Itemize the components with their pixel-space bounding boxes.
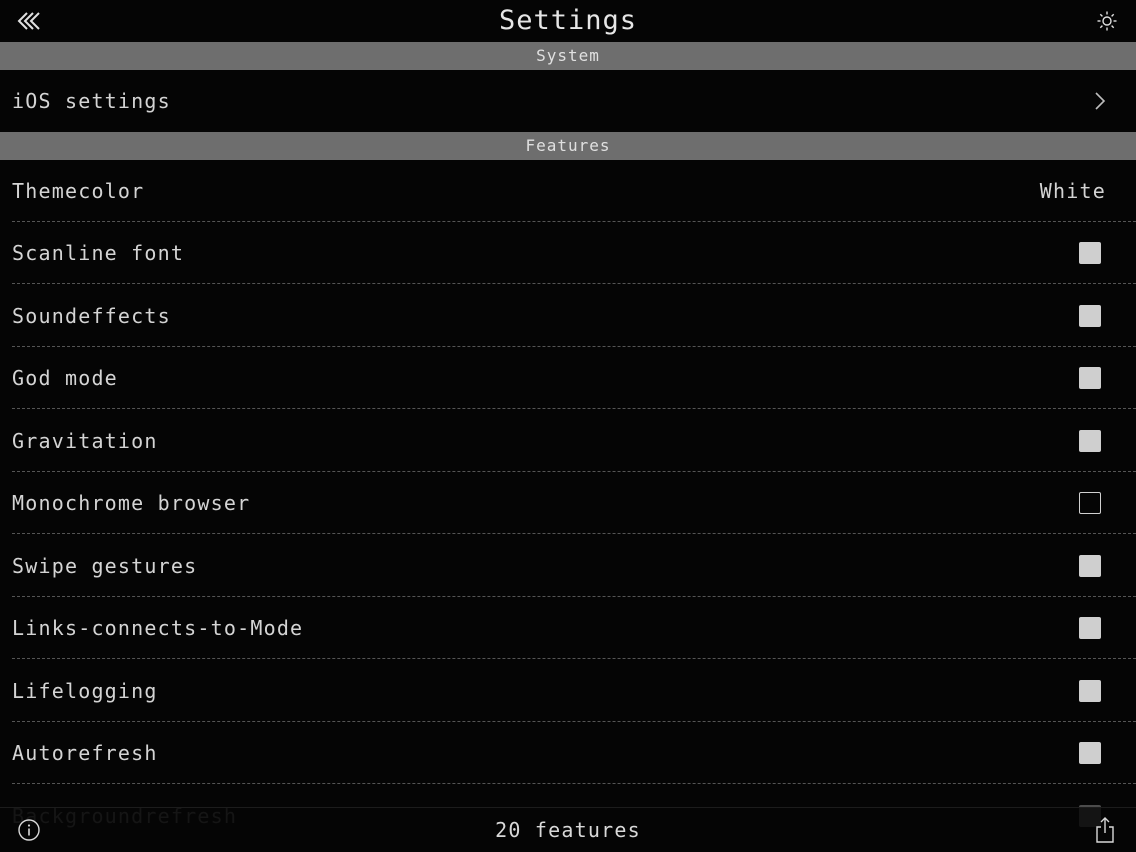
themecolor-row[interactable]: Themecolor White xyxy=(0,160,1136,222)
row-label: Links-connects-to-Mode xyxy=(12,616,304,640)
feature-row-swipe-gestures[interactable]: Swipe gestures xyxy=(0,535,1136,597)
row-label: Gravitation xyxy=(12,429,158,453)
feature-row-links-connects-to-mode[interactable]: Links-connects-to-Mode xyxy=(0,597,1136,659)
feature-row-soundeffects[interactable]: Soundeffects xyxy=(0,285,1136,347)
section-header-system: System xyxy=(0,42,1136,70)
row-label: Themecolor xyxy=(12,179,145,203)
feature-checkbox[interactable] xyxy=(1079,430,1101,452)
bottom-toolbar: 20 features xyxy=(0,807,1136,852)
feature-row-god-mode[interactable]: God mode xyxy=(0,347,1136,409)
share-icon[interactable] xyxy=(1094,816,1116,844)
feature-checkbox[interactable] xyxy=(1079,305,1101,327)
section-header-features: Features xyxy=(0,132,1136,160)
row-label: Scanline font xyxy=(12,241,185,265)
feature-row-scanline-font[interactable]: Scanline font xyxy=(0,222,1136,284)
feature-row-autorefresh[interactable]: Autorefresh xyxy=(0,722,1136,784)
row-label: Autorefresh xyxy=(12,741,158,765)
feature-row-lifelogging[interactable]: Lifelogging xyxy=(0,660,1136,722)
row-label: Monochrome browser xyxy=(12,491,251,515)
row-label: Soundeffects xyxy=(12,304,171,328)
ios-settings-row[interactable]: iOS settings xyxy=(0,70,1136,132)
feature-count: 20 features xyxy=(495,818,641,842)
feature-checkbox[interactable] xyxy=(1079,242,1101,264)
feature-checkbox[interactable] xyxy=(1079,492,1101,514)
chevron-right-icon xyxy=(1095,92,1106,110)
row-label: Swipe gestures xyxy=(12,554,198,578)
page-title: Settings xyxy=(498,5,638,36)
row-label: Lifelogging xyxy=(12,679,158,703)
row-label: iOS settings xyxy=(12,89,171,113)
feature-checkbox[interactable] xyxy=(1079,742,1101,764)
themecolor-value: White xyxy=(1039,179,1106,203)
feature-checkbox[interactable] xyxy=(1079,555,1101,577)
feature-checkbox[interactable] xyxy=(1079,680,1101,702)
feature-row-gravitation[interactable]: Gravitation xyxy=(0,410,1136,472)
feature-row-monochrome-browser[interactable]: Monochrome browser xyxy=(0,472,1136,534)
feature-checkbox[interactable] xyxy=(1079,367,1101,389)
brightness-button[interactable] xyxy=(1094,8,1120,34)
row-label: God mode xyxy=(12,366,118,390)
navigation-bar: Settings xyxy=(0,0,1136,42)
feature-checkbox[interactable] xyxy=(1079,617,1101,639)
sun-icon xyxy=(1097,11,1117,31)
